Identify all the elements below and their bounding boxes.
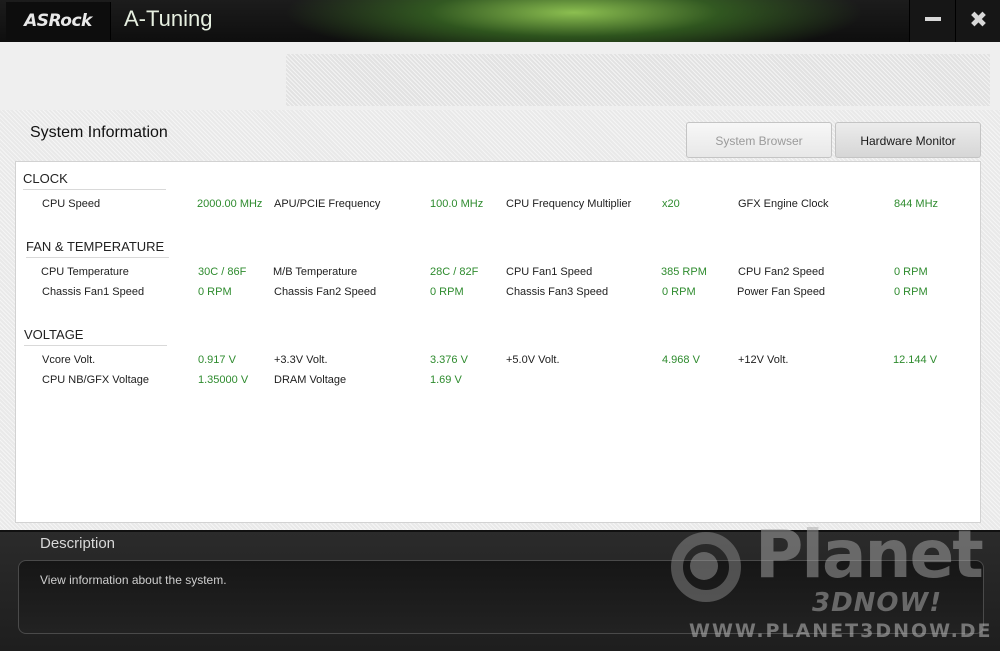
label-mb-temperature: M/B Temperature [273,266,358,278]
label-cpu-temperature: CPU Temperature [41,266,129,278]
value-gfx-engine-clock: 844 MHz [894,198,939,210]
label-dram-voltage: DRAM Voltage [274,374,347,386]
watermark-url: WWW.PLANET3DNOW.DE [689,620,993,642]
value-cpu-frequency-multiplier: x20 [662,198,680,210]
section-header-fan-temperature: FAN & TEMPERATURE [26,239,169,258]
label-5v0-volt: +5.0V Volt. [506,354,560,366]
label-cpu-speed: CPU Speed [42,198,101,210]
label-3v3-volt: +3.3V Volt. [274,354,328,366]
tab-hardware-monitor[interactable]: Hardware Monitor [835,122,981,158]
minimize-button[interactable] [909,0,955,42]
label-12v-volt: +12V Volt. [738,354,789,366]
label-cpu-fan1-speed: CPU Fan1 Speed [506,266,593,278]
title-bar-glow [110,0,910,42]
watermark-subtitle: 3DNOW! [812,588,943,618]
value-chassis-fan1-speed: 0 RPM [198,286,232,298]
value-chassis-fan2-speed: 0 RPM [430,286,464,298]
label-cpu-fan2-speed: CPU Fan2 Speed [738,266,825,278]
value-cpu-speed: 2000.00 MHz [197,198,263,210]
toolbar-area [0,42,1000,111]
label-apu-pcie-frequency: APU/PCIE Frequency [274,198,381,210]
value-vcore-volt: 0.917 V [198,354,236,366]
value-cpu-nb-gfx-voltage: 1.35000 V [198,374,249,386]
label-chassis-fan3-speed: Chassis Fan3 Speed [506,286,609,298]
value-chassis-fan3-speed: 0 RPM [662,286,696,298]
value-mb-temperature: 28C / 82F [430,266,479,278]
value-3v3-volt: 3.376 V [430,354,468,366]
label-vcore-volt: Vcore Volt. [42,354,96,366]
watermark-planet-core [690,552,718,580]
value-dram-voltage: 1.69 V [430,374,462,386]
label-chassis-fan1-speed: Chassis Fan1 Speed [42,286,145,298]
label-power-fan-speed: Power Fan Speed [737,286,826,298]
description-text: View information about the system. [40,573,227,587]
label-gfx-engine-clock: GFX Engine Clock [738,198,829,210]
title-bar: ASRock A-Tuning ✖ [0,0,1000,42]
value-5v0-volt: 4.968 V [662,354,700,366]
toolbar-pattern [286,54,990,106]
value-power-fan-speed: 0 RPM [894,286,928,298]
page-title: System Information [30,124,168,141]
watermark-title: Planet [755,516,984,593]
minimize-icon [924,17,941,21]
section-header-voltage: VOLTAGE [24,327,167,346]
close-icon: ✖ [969,8,988,33]
value-cpu-fan2-speed: 0 RPM [894,266,928,278]
value-cpu-temperature: 30C / 86F [198,266,247,278]
section-header-clock: CLOCK [23,171,166,190]
app-title: A-Tuning [124,6,213,31]
value-apu-pcie-frequency: 100.0 MHz [430,198,484,210]
label-cpu-frequency-multiplier: CPU Frequency Multiplier [506,198,632,210]
value-cpu-fan1-speed: 385 RPM [661,266,707,278]
label-chassis-fan2-speed: Chassis Fan2 Speed [274,286,377,298]
asrock-logo: ASRock [6,2,111,40]
tab-system-browser[interactable]: System Browser [686,122,832,158]
close-button[interactable]: ✖ [955,0,1000,42]
description-title: Description [40,535,116,552]
label-cpu-nb-gfx-voltage: CPU NB/GFX Voltage [42,374,149,386]
value-12v-volt: 12.144 V [893,354,938,366]
